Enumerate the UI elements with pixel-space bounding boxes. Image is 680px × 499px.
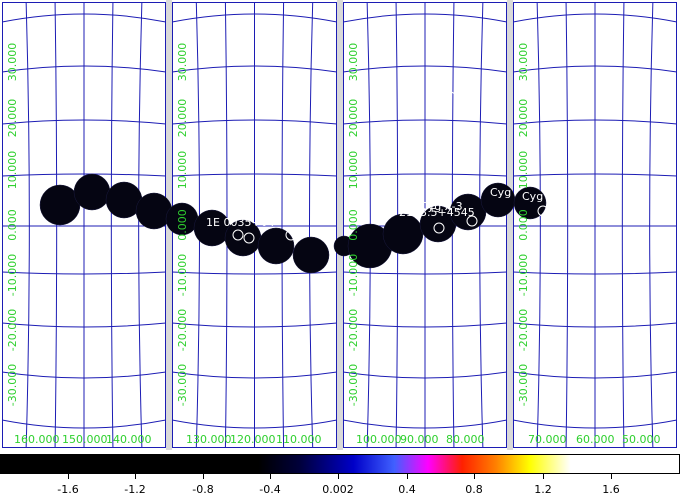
colorbar-tick-label: -1.2	[124, 483, 146, 496]
source-label: Cyg	[522, 190, 543, 203]
latitude-label: -30.000	[176, 364, 189, 406]
latitude-label: 20.000	[347, 99, 360, 138]
longitude-label: 140.000	[106, 433, 152, 446]
colorbar-tick	[474, 473, 475, 479]
longitude-label: 70.000	[528, 433, 567, 446]
colorbar-tick	[203, 473, 204, 479]
sky-map-viewer[interactable]: 1E 0035+64 Cyg X-3 Cyg Cyg 2103.5+4545 30.000…	[0, 0, 680, 450]
longitude-label: 60.000	[576, 433, 615, 446]
latitude-label: -20.000	[6, 309, 19, 351]
colorbar-tick	[135, 473, 136, 479]
latitude-label: 30.000	[6, 43, 19, 82]
longitude-label: 50.000	[622, 433, 661, 446]
latitude-label: 20.000	[176, 99, 189, 138]
colorbar-tick-label: -0.8	[192, 483, 214, 496]
latitude-label: 30.000	[347, 43, 360, 82]
latitude-label: 20.000	[6, 99, 19, 138]
source-label: Cyg	[490, 186, 511, 199]
emission-blob	[257, 227, 295, 265]
latitude-label: 0.000	[517, 209, 530, 241]
latitude-label: -10.000	[176, 254, 189, 296]
panel-gutter	[337, 0, 343, 450]
latitude-label: -20.000	[517, 309, 530, 351]
latitude-label: 10.000	[176, 151, 189, 190]
longitude-label: 100.000	[356, 433, 402, 446]
colorbar-tick	[407, 473, 408, 479]
colorbar-tick-label: -0.4	[259, 483, 281, 496]
colorbar-tick	[611, 473, 612, 479]
source-label: 2103.5+4545	[399, 206, 475, 219]
emission-blob	[382, 213, 424, 255]
longitude-label: 80.000	[446, 433, 485, 446]
colorbar: -1.6 -1.2 -0.8 -0.4 0.002 0.4 0.8 1.2 1.6	[0, 454, 680, 499]
longitude-label: 120.000	[230, 433, 276, 446]
colorbar-tick	[338, 473, 339, 479]
longitude-label: 150.000	[62, 433, 108, 446]
latitude-label: -10.000	[6, 254, 19, 296]
latitude-label: 30.000	[517, 43, 530, 82]
latitude-label: 20.000	[517, 99, 530, 138]
colorbar-tick	[270, 473, 271, 479]
panel-gutter	[507, 0, 513, 450]
source-label: 1E 0035+64	[206, 216, 275, 229]
latitude-label: -20.000	[176, 309, 189, 351]
colorbar-tick-label: -1.6	[57, 483, 79, 496]
latitude-label: 0.000	[347, 209, 360, 241]
colorbar-tick-label: 0.8	[465, 483, 483, 496]
colorbar-gradient	[0, 454, 680, 474]
latitude-label: -30.000	[6, 364, 19, 406]
latitude-label: 30.000	[176, 43, 189, 82]
longitude-label: 130.000	[186, 433, 232, 446]
latitude-label: -30.000	[517, 364, 530, 406]
latitude-label: 10.000	[6, 151, 19, 190]
colorbar-tick-label: 1.6	[602, 483, 620, 496]
latitude-label: -20.000	[347, 309, 360, 351]
longitude-label: 90.000	[400, 433, 439, 446]
emission-blob	[292, 236, 330, 274]
longitude-label: 110.000	[276, 433, 322, 446]
colorbar-tick	[543, 473, 544, 479]
latitude-label: -30.000	[347, 364, 360, 406]
colorbar-tick-label: 0.002	[322, 483, 354, 496]
latitude-label: -10.000	[347, 254, 360, 296]
sky-map-canvas[interactable]: 1E 0035+64Cyg X-3Cyg Cyg2103.5+454530.000…	[0, 0, 680, 450]
latitude-label: 0.000	[6, 209, 19, 241]
colorbar-tick-label: 1.2	[534, 483, 552, 496]
emission-blob	[73, 173, 111, 211]
latitude-label: 10.000	[517, 151, 530, 190]
colorbar-tick	[68, 473, 69, 479]
latitude-label: -10.000	[517, 254, 530, 296]
colorbar-tick-label: 0.4	[398, 483, 416, 496]
latitude-label: 10.000	[347, 151, 360, 190]
latitude-label: 0.000	[176, 209, 189, 241]
longitude-label: 160.000	[14, 433, 60, 446]
